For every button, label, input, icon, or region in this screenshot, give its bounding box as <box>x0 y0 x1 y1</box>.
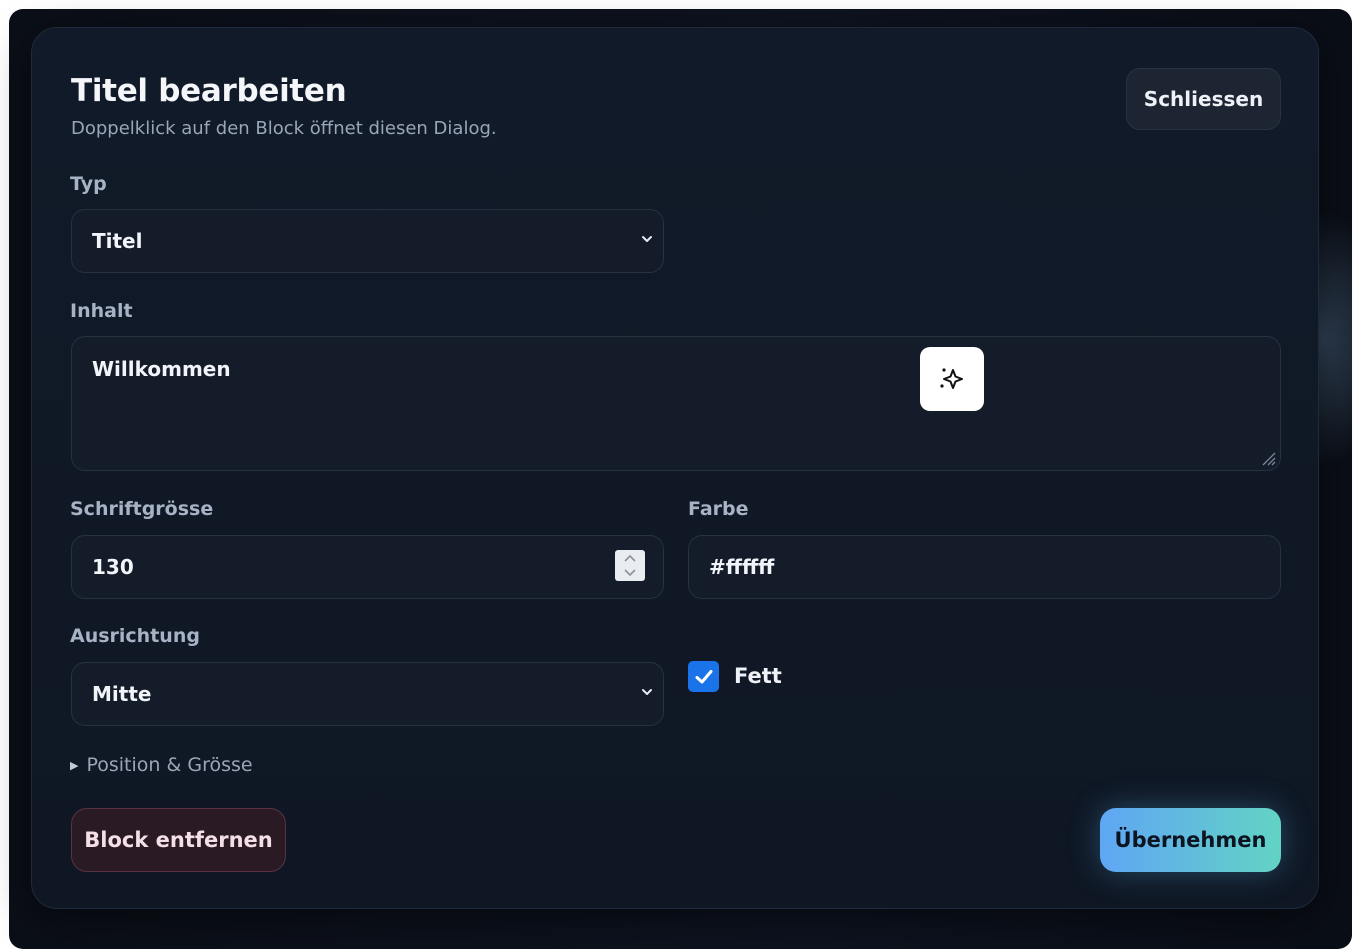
font-size-label: Schriftgrösse <box>70 498 214 520</box>
color-value: #ffffff <box>709 555 775 579</box>
type-select[interactable]: Titel <box>71 209 664 273</box>
content-textarea-value: Willkommen <box>92 357 231 381</box>
content-textarea[interactable]: Willkommen <box>71 336 1281 471</box>
sparkle-icon <box>940 368 963 389</box>
bold-checkbox[interactable] <box>688 661 719 692</box>
remove-block-button[interactable]: Block entfernen <box>71 808 286 872</box>
dialog-title: Titel bearbeiten <box>71 73 347 109</box>
alignment-label: Ausrichtung <box>70 625 200 647</box>
apply-button[interactable]: Übernehmen <box>1100 808 1281 872</box>
type-label: Typ <box>70 173 107 195</box>
disclosure-triangle-icon: ▶ <box>70 758 79 772</box>
color-label: Farbe <box>688 498 749 520</box>
position-size-label: Position & Grösse <box>86 754 253 776</box>
color-input[interactable]: #ffffff <box>688 535 1281 599</box>
stepper-arrows-icon <box>624 554 636 577</box>
type-select-value: Titel <box>92 229 143 253</box>
check-icon <box>695 669 712 683</box>
ai-assist-button[interactable] <box>920 347 984 411</box>
dialog-subtitle: Doppelklick auf den Block öffnet diesen … <box>71 118 497 139</box>
content-label: Inhalt <box>70 300 133 322</box>
bold-checkbox-label[interactable]: Fett <box>734 664 782 688</box>
edit-block-dialog: Titel bearbeiten Doppelklick auf den Blo… <box>31 27 1319 909</box>
chevron-down-icon <box>642 689 652 695</box>
alignment-select-value: Mitte <box>92 682 152 706</box>
font-size-stepper[interactable] <box>615 550 645 581</box>
chevron-down-icon <box>642 236 652 242</box>
position-size-toggle[interactable]: ▶ Position & Grösse <box>70 754 253 776</box>
font-size-input[interactable]: 130 <box>71 535 664 599</box>
resize-grip-icon[interactable] <box>1258 448 1276 466</box>
close-button[interactable]: Schliessen <box>1126 68 1281 130</box>
font-size-value: 130 <box>92 555 134 579</box>
alignment-select[interactable]: Mitte <box>71 662 664 726</box>
